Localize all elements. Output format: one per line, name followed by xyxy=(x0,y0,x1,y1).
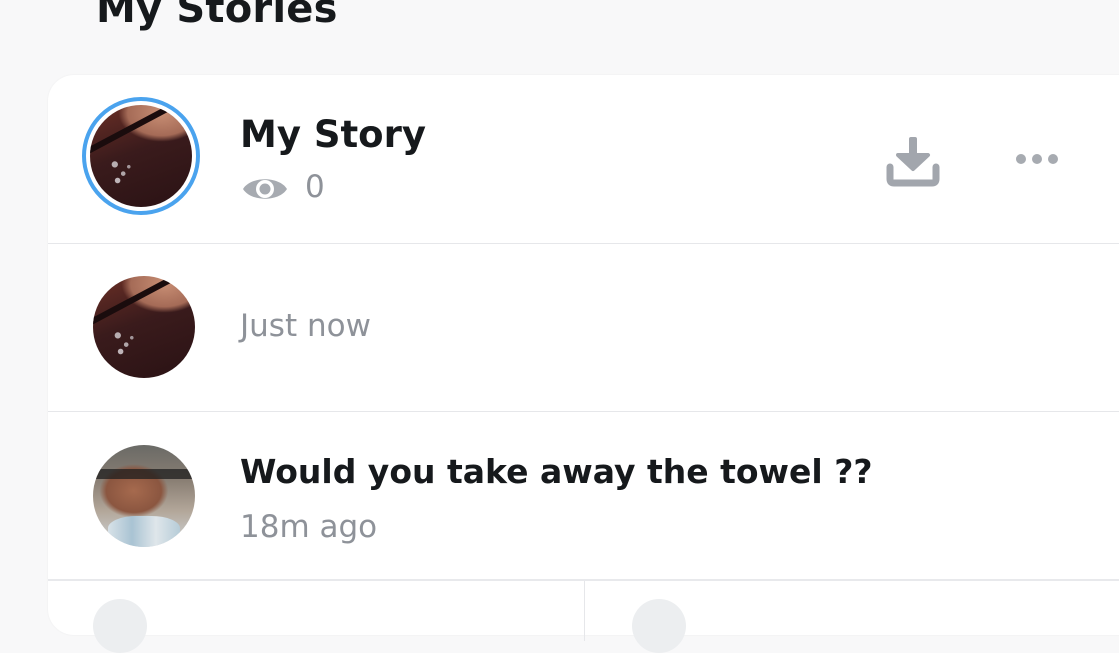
story-snap-item[interactable]: Just now xyxy=(48,244,1119,412)
my-stories-card: My Story 0 Just now Would you take away … xyxy=(48,75,1119,653)
divider xyxy=(584,581,585,641)
snap-thumbnail[interactable] xyxy=(93,445,195,547)
view-count: 0 xyxy=(305,169,325,205)
story-avatar-image xyxy=(90,105,192,207)
story-snap-item[interactable]: Would you take away the towel ?? 18m ago xyxy=(48,412,1119,581)
next-row-partial xyxy=(48,581,1119,653)
my-story-row[interactable]: My Story 0 xyxy=(48,75,1119,244)
snap-timestamp: 18m ago xyxy=(240,509,378,545)
more-dots-icon[interactable] xyxy=(1014,150,1060,168)
download-icon[interactable] xyxy=(884,131,942,189)
partial-avatar xyxy=(93,599,147,653)
snap-thumbnail[interactable] xyxy=(93,276,195,378)
snap-caption: Would you take away the towel ?? xyxy=(240,452,873,491)
story-title: My Story xyxy=(240,113,426,156)
eye-icon xyxy=(243,179,287,199)
partial-avatar xyxy=(632,599,686,653)
story-avatar[interactable] xyxy=(82,97,200,215)
section-title: My Stories xyxy=(96,0,338,32)
snap-timestamp: Just now xyxy=(240,308,371,344)
